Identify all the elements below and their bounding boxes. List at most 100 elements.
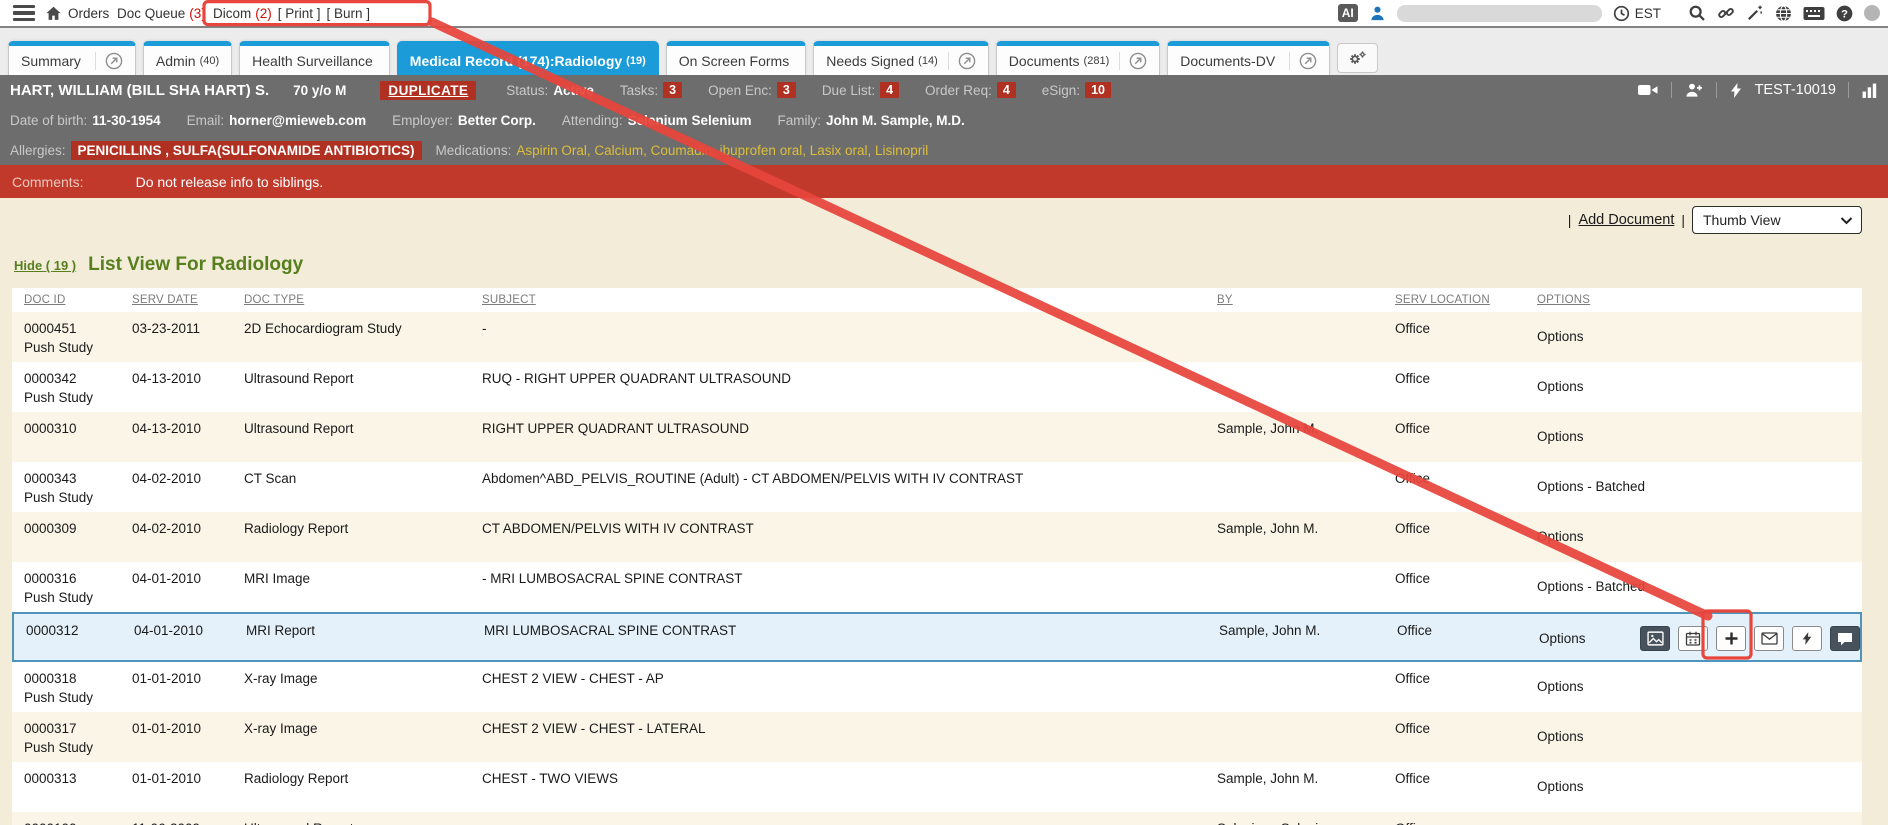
doc-id[interactable]: 0000316 [24, 569, 132, 588]
tab-documents[interactable]: Documents (281) [996, 41, 1161, 75]
column-header-by[interactable]: BY [1217, 294, 1395, 306]
add-document-link[interactable]: Add Document [1578, 212, 1674, 228]
tab-medical-record-174-radiology[interactable]: Medical Record (174):Radiology (19) [397, 41, 659, 75]
count-badge[interactable]: 3 [663, 82, 682, 98]
doc-id[interactable]: 0000342 [24, 369, 132, 388]
table-row[interactable]: 0000309 04-02-2010 Radiology Report CT A… [12, 512, 1862, 562]
clock-icon[interactable] [1613, 5, 1630, 22]
external-link-icon[interactable] [948, 52, 976, 70]
count-badge[interactable]: 10 [1085, 82, 1111, 98]
calendar-button[interactable] [1678, 626, 1708, 651]
table-row[interactable]: 0000312 04-01-2010 MRI Report MRI LUMBOS… [12, 612, 1862, 662]
options-button[interactable]: Options [1537, 329, 1584, 344]
top-nav-bar: Orders Doc Queue(3) Dicom (2) [ Print ] … [0, 0, 1888, 28]
user-icon[interactable] [1369, 5, 1386, 22]
push-study-link[interactable]: Push Study [24, 488, 132, 507]
ai-badge[interactable]: AI [1338, 4, 1358, 22]
wand-icon[interactable] [1746, 4, 1764, 22]
doc-id[interactable]: 0000100 [24, 819, 132, 825]
external-link-icon[interactable] [95, 52, 123, 70]
hamburger-menu-icon[interactable] [12, 0, 36, 26]
doc-id[interactable]: 0000313 [24, 769, 132, 788]
count-badge[interactable]: 4 [997, 82, 1016, 98]
nav-dicom-burn[interactable]: [ Burn ] [327, 6, 371, 21]
push-study-link[interactable]: Push Study [24, 588, 132, 607]
column-header-doc-id[interactable]: DOC ID [24, 294, 132, 306]
external-link-icon[interactable] [1289, 52, 1317, 70]
tab-summary[interactable]: Summary [8, 41, 136, 75]
nav-dicom-print[interactable]: [ Print ] [278, 6, 321, 21]
help-icon[interactable]: ? [1836, 5, 1853, 22]
column-header-serv-date[interactable]: SERV DATE [132, 294, 244, 306]
home-icon[interactable] [44, 0, 63, 26]
add-user-icon[interactable] [1684, 82, 1704, 98]
link-icon[interactable] [1717, 4, 1735, 22]
add-plus-button[interactable] [1716, 626, 1746, 651]
serv-date: 03-23-2011 [132, 312, 244, 362]
doc-id[interactable]: 0000317 [24, 719, 132, 738]
push-study-link[interactable]: Push Study [24, 738, 132, 757]
column-header-serv-location[interactable]: SERV LOCATION [1395, 294, 1537, 306]
avatar[interactable] [1864, 5, 1880, 21]
doc-id[interactable]: 0000309 [24, 519, 132, 538]
options-button[interactable]: Options [1537, 379, 1584, 394]
table-row[interactable]: 0000316Push Study 04-01-2010 MRI Image -… [12, 562, 1862, 612]
nav-dicom[interactable]: Dicom (2) [ Print ] [ Burn ] [213, 0, 370, 26]
options-button[interactable]: Options [1537, 729, 1584, 744]
duplicate-flag[interactable]: DUPLICATE [380, 81, 476, 100]
options-button[interactable]: Options [1537, 679, 1584, 694]
doc-id[interactable]: 0000310 [24, 419, 132, 438]
doc-id[interactable]: 0000312 [26, 621, 134, 640]
external-link-icon[interactable] [1119, 52, 1147, 70]
table-row[interactable]: 0000343Push Study 04-02-2010 CT Scan Abd… [12, 462, 1862, 512]
tab-needs-signed[interactable]: Needs Signed (14) [813, 41, 989, 75]
table-row[interactable]: 0000318Push Study 01-01-2010 X-ray Image… [12, 662, 1862, 712]
quick-action-button[interactable] [1792, 626, 1822, 651]
chart-stats-icon[interactable] [1861, 82, 1878, 99]
table-row[interactable]: 0000100 11-06-2009 Ultrasound Report Sel… [12, 812, 1862, 825]
export-image-button[interactable] [1640, 626, 1670, 651]
push-study-link[interactable]: Push Study [24, 688, 132, 707]
tab-documents-dv[interactable]: Documents-DV [1167, 41, 1330, 75]
serv-date: 01-01-2010 [132, 762, 244, 812]
count-badge[interactable]: 3 [777, 82, 796, 98]
column-header-subject[interactable]: SUBJECT [482, 294, 1217, 306]
comment-button[interactable] [1830, 626, 1860, 651]
allergies-value[interactable]: PENICILLINS , SULFA(SULFONAMIDE ANTIBIOT… [71, 141, 422, 160]
tab-settings-gear[interactable] [1337, 43, 1378, 73]
options-button[interactable]: Options [1539, 631, 1586, 646]
keyboard-icon[interactable] [1803, 6, 1825, 21]
options-button[interactable]: Options [1537, 429, 1584, 444]
push-study-link[interactable]: Push Study [24, 388, 132, 407]
column-header-doc-type[interactable]: DOC TYPE [244, 294, 482, 306]
table-row[interactable]: 0000342Push Study 04-13-2010 Ultrasound … [12, 362, 1862, 412]
email-button[interactable] [1754, 626, 1784, 651]
options-button[interactable]: Options [1537, 779, 1584, 794]
video-camera-icon[interactable] [1637, 82, 1659, 98]
nav-doc-queue[interactable]: Doc Queue(3) [117, 0, 206, 26]
options-button[interactable]: Options [1537, 529, 1584, 544]
options-button[interactable]: Options - Batched [1537, 479, 1645, 494]
table-row[interactable]: 0000451Push Study 03-23-2011 2D Echocard… [12, 312, 1862, 362]
document-toolbar: | Add Document | Thumb View [1568, 205, 1862, 235]
doc-id[interactable]: 0000343 [24, 469, 132, 488]
thumb-view-select[interactable]: Thumb View [1692, 206, 1862, 234]
hide-link[interactable]: Hide ( 19 ) [14, 258, 76, 273]
options-button[interactable]: Options - Batched [1537, 579, 1645, 594]
column-header-options[interactable]: OPTIONS [1537, 294, 1862, 306]
tab-on-screen-forms[interactable]: On Screen Forms [666, 41, 806, 75]
tab-health-surveillance[interactable]: Health Surveillance [239, 41, 390, 75]
doc-id[interactable]: 0000451 [24, 319, 132, 338]
nav-orders[interactable]: Orders [68, 0, 109, 26]
table-row[interactable]: 0000317Push Study 01-01-2010 X-ray Image… [12, 712, 1862, 762]
doc-id[interactable]: 0000318 [24, 669, 132, 688]
quick-actions-bolt-icon[interactable] [1729, 82, 1743, 99]
push-study-link[interactable]: Push Study [24, 338, 132, 357]
table-row[interactable]: 0000310 04-13-2010 Ultrasound Report RIG… [12, 412, 1862, 462]
doc-type: Radiology Report [244, 512, 482, 562]
count-badge[interactable]: 4 [880, 82, 899, 98]
table-row[interactable]: 0000313 01-01-2010 Radiology Report CHES… [12, 762, 1862, 812]
globe-icon[interactable] [1775, 5, 1792, 22]
tab-admin[interactable]: Admin (40) [143, 41, 232, 75]
search-icon[interactable] [1688, 4, 1706, 22]
